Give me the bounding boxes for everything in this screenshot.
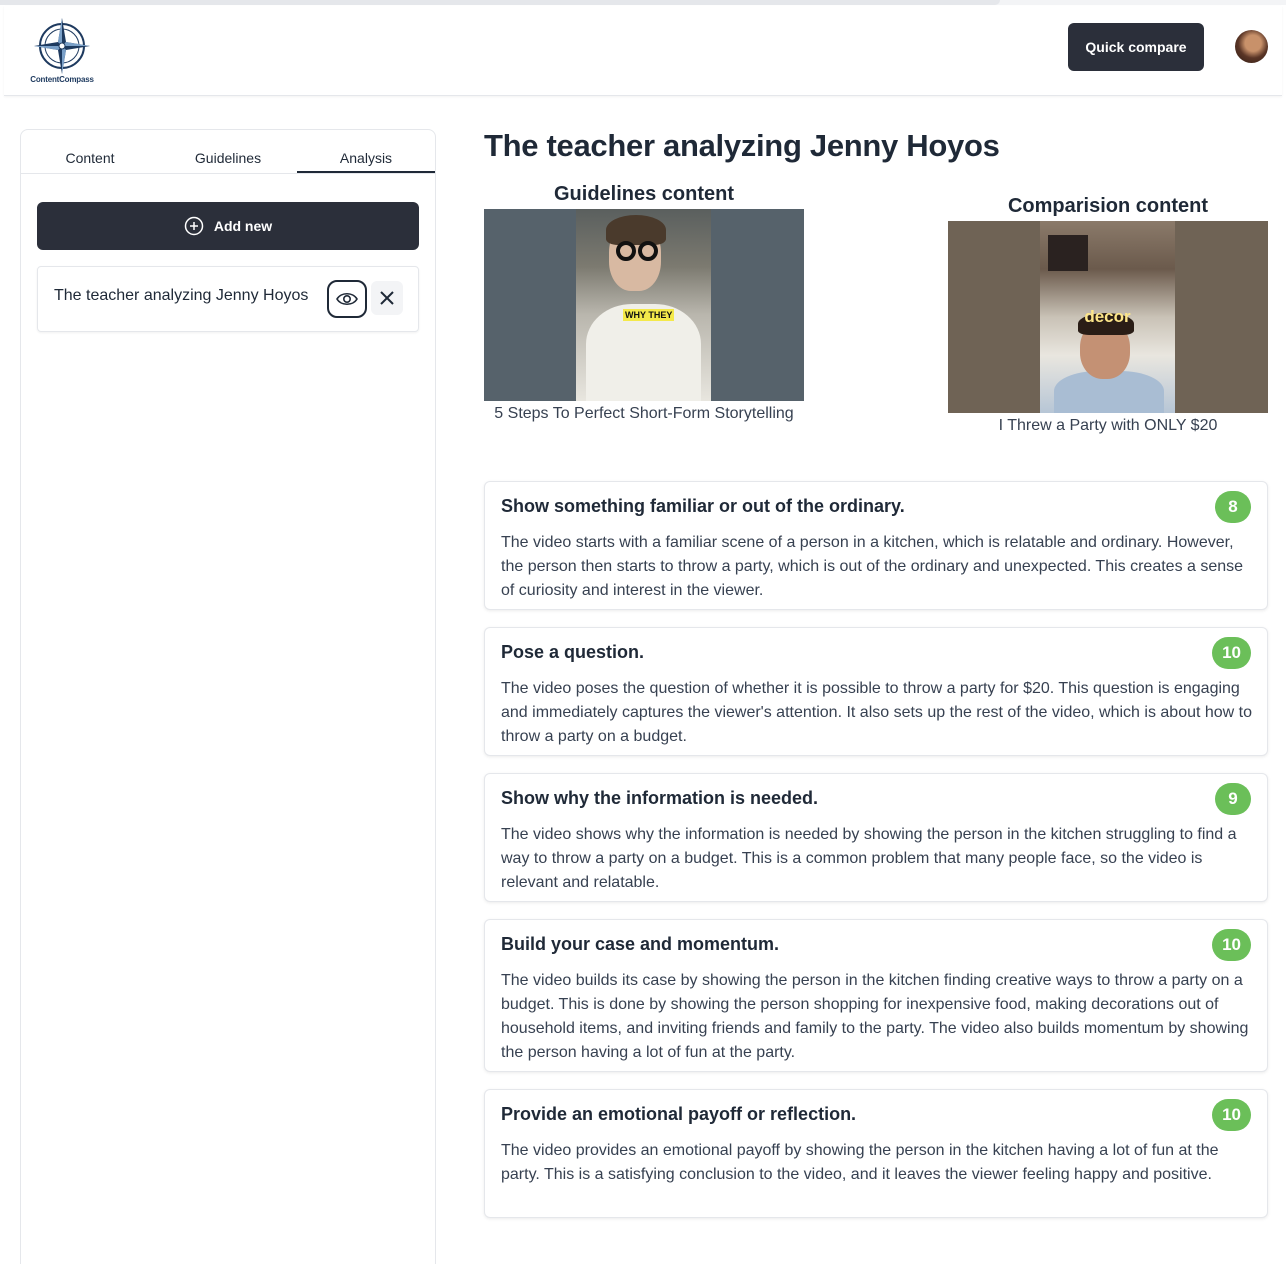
criterion-text: The video shows why the information is n… <box>501 826 1237 891</box>
criterion-text: The video starts with a familiar scene o… <box>501 534 1244 599</box>
criterion-text: The video provides an emotional payoff b… <box>501 1142 1219 1183</box>
tab-analysis[interactable]: Analysis <box>297 130 435 173</box>
sidebar-panel: Content Guidelines Analysis Add new The … <box>20 129 436 1264</box>
score-badge: 9 <box>1215 783 1251 815</box>
guidelines-figure-glasses-right <box>638 241 658 261</box>
criterion-card: Build your case and momentum. 10 The vid… <box>484 919 1268 1072</box>
comparison-video-frame: decor <box>1040 221 1175 413</box>
list-item-title: The teacher analyzing Jenny Hoyos <box>54 287 309 304</box>
criterion-title: Show something familiar or out of the or… <box>501 496 905 516</box>
list-item[interactable]: The teacher analyzing Jenny Hoyos <box>37 266 419 332</box>
criterion-card: Provide an emotional payoff or reflectio… <box>484 1089 1268 1218</box>
criterion-title: Provide an emotional payoff or reflectio… <box>501 1104 857 1124</box>
compass-logo-icon <box>34 18 90 74</box>
guidelines-video-frame: WHY THEY <box>576 209 711 401</box>
add-new-button[interactable]: Add new <box>37 202 419 250</box>
guidelines-caption: 5 Steps To Perfect Short-Form Storytelli… <box>494 405 794 422</box>
close-icon <box>380 291 394 305</box>
logo[interactable]: ContentCompass <box>22 16 102 84</box>
criterion-title: Pose a question. <box>501 642 645 662</box>
view-button[interactable] <box>327 280 367 318</box>
criterion-card: Show something familiar or out of the or… <box>484 481 1268 610</box>
avatar[interactable] <box>1235 30 1268 63</box>
eye-icon <box>336 292 358 306</box>
comparison-video-thumbnail[interactable]: decor <box>948 221 1268 413</box>
guidelines-figure-hair <box>606 215 666 245</box>
score-badge: 10 <box>1212 637 1251 669</box>
score-badge: 8 <box>1215 491 1251 523</box>
comparison-heading: Comparision content <box>1007 195 1208 217</box>
criterion-title: Show why the information is needed. <box>501 788 819 808</box>
criterion-text: The video builds its case by showing the… <box>501 972 1249 1061</box>
browser-top-strip <box>0 0 1286 5</box>
tab-guidelines[interactable]: Guidelines <box>159 130 297 173</box>
comparison-piano <box>1048 235 1088 271</box>
app-header: ContentCompass Quick compare <box>4 6 1282 96</box>
comparison-caption: I Threw a Party with ONLY $20 <box>998 417 1218 434</box>
page-title: The teacher analyzing Jenny Hoyos <box>484 128 1000 163</box>
score-badge: 10 <box>1212 1099 1251 1131</box>
comparison-overlay-text: decor <box>1084 307 1131 326</box>
guidelines-overlay-text: WHY THEY <box>623 309 675 321</box>
sidebar-tabs: Content Guidelines Analysis <box>21 130 435 174</box>
add-new-label: Add new <box>213 218 273 234</box>
score-badge: 10 <box>1212 929 1251 961</box>
plus-circle-icon <box>184 216 204 236</box>
tab-content[interactable]: Content <box>21 130 159 173</box>
criterion-text: The video poses the question of whether … <box>501 680 1253 745</box>
criterion-card: Show why the information is needed. 9 Th… <box>484 773 1268 902</box>
remove-button[interactable] <box>371 281 403 315</box>
guidelines-heading: Guidelines content <box>553 183 735 205</box>
quick-compare-button[interactable]: Quick compare <box>1068 23 1204 71</box>
criterion-title: Build your case and momentum. <box>501 934 780 954</box>
guidelines-video-thumbnail[interactable]: WHY THEY <box>484 209 804 401</box>
browser-top-strip-tab <box>0 0 1000 5</box>
logo-text: ContentCompass <box>30 75 94 84</box>
criterion-card: Pose a question. 10 The video poses the … <box>484 627 1268 756</box>
guidelines-figure-glasses-left <box>616 241 636 261</box>
